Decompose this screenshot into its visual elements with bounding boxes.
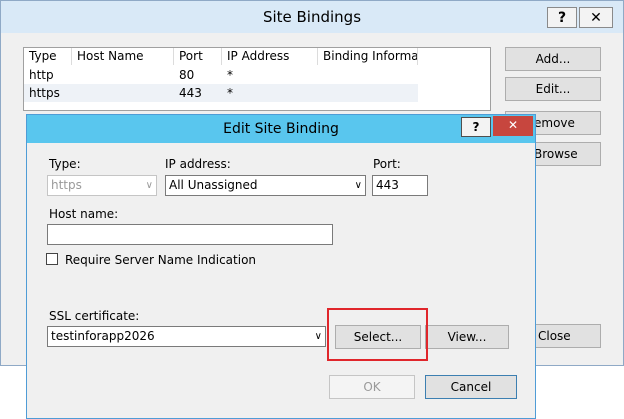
chevron-down-icon: ∨: [314, 331, 322, 342]
ip-address-dropdown[interactable]: All Unassigned ∨: [165, 175, 366, 196]
type-dropdown[interactable]: https ∨: [47, 175, 157, 196]
select-button-highlight-box: [327, 308, 428, 361]
sni-label: Require Server Name Indication: [65, 253, 257, 267]
table-cell-port: 443: [179, 86, 202, 100]
edit-binding-title: Edit Site Binding: [223, 121, 339, 137]
host-name-input[interactable]: [47, 224, 333, 245]
chevron-down-icon: ∨: [145, 180, 153, 191]
table-cell-ip: *: [227, 86, 233, 100]
port-label: Port:: [373, 157, 401, 171]
type-label: Type:: [49, 157, 81, 171]
table-cell-type[interactable]: http: [24, 66, 54, 84]
edit-site-binding-dialog: Edit Site Binding ? ✕ Type: https ∨ IP a…: [26, 114, 536, 419]
column-header-ip-address[interactable]: IP Address: [222, 48, 318, 65]
column-header-port[interactable]: Port: [174, 48, 222, 65]
type-value: https: [51, 178, 82, 192]
sni-checkbox[interactable]: [46, 253, 58, 265]
cancel-button[interactable]: Cancel: [425, 375, 517, 399]
column-header-host-name[interactable]: Host Name: [72, 48, 174, 65]
chevron-down-icon: ∨: [354, 180, 362, 191]
add-button[interactable]: Add...: [505, 47, 601, 71]
host-name-label: Host name:: [49, 207, 119, 221]
edit-button[interactable]: Edit...: [505, 77, 601, 101]
ssl-certificate-value: testinforapp2026: [51, 329, 155, 343]
column-header-type[interactable]: Type: [24, 48, 72, 65]
ok-button[interactable]: OK: [329, 375, 415, 399]
site-bindings-title: Site Bindings: [262, 8, 362, 26]
help-button[interactable]: ?: [461, 117, 491, 137]
help-button[interactable]: ?: [547, 7, 577, 28]
ssl-certificate-dropdown[interactable]: testinforapp2026 ∨: [47, 326, 326, 347]
port-input[interactable]: 443: [372, 175, 428, 196]
ip-address-label: IP address:: [165, 157, 231, 171]
ssl-certificate-label: SSL certificate:: [49, 309, 140, 323]
table-cell-type[interactable]: https: [24, 84, 60, 102]
close-icon[interactable]: ✕: [493, 116, 533, 136]
table-cell-ip: *: [227, 68, 233, 82]
table-cell-port: 80: [179, 68, 195, 82]
close-icon[interactable]: ✕: [579, 7, 613, 28]
column-header-binding-info[interactable]: Binding Informa...: [318, 48, 418, 65]
ip-address-value: All Unassigned: [169, 178, 258, 192]
view-certificate-button[interactable]: View...: [425, 325, 509, 349]
table-row-selected-bg: [24, 84, 418, 102]
bindings-list[interactable]: Type Host Name Port IP Address Binding I…: [23, 47, 491, 111]
